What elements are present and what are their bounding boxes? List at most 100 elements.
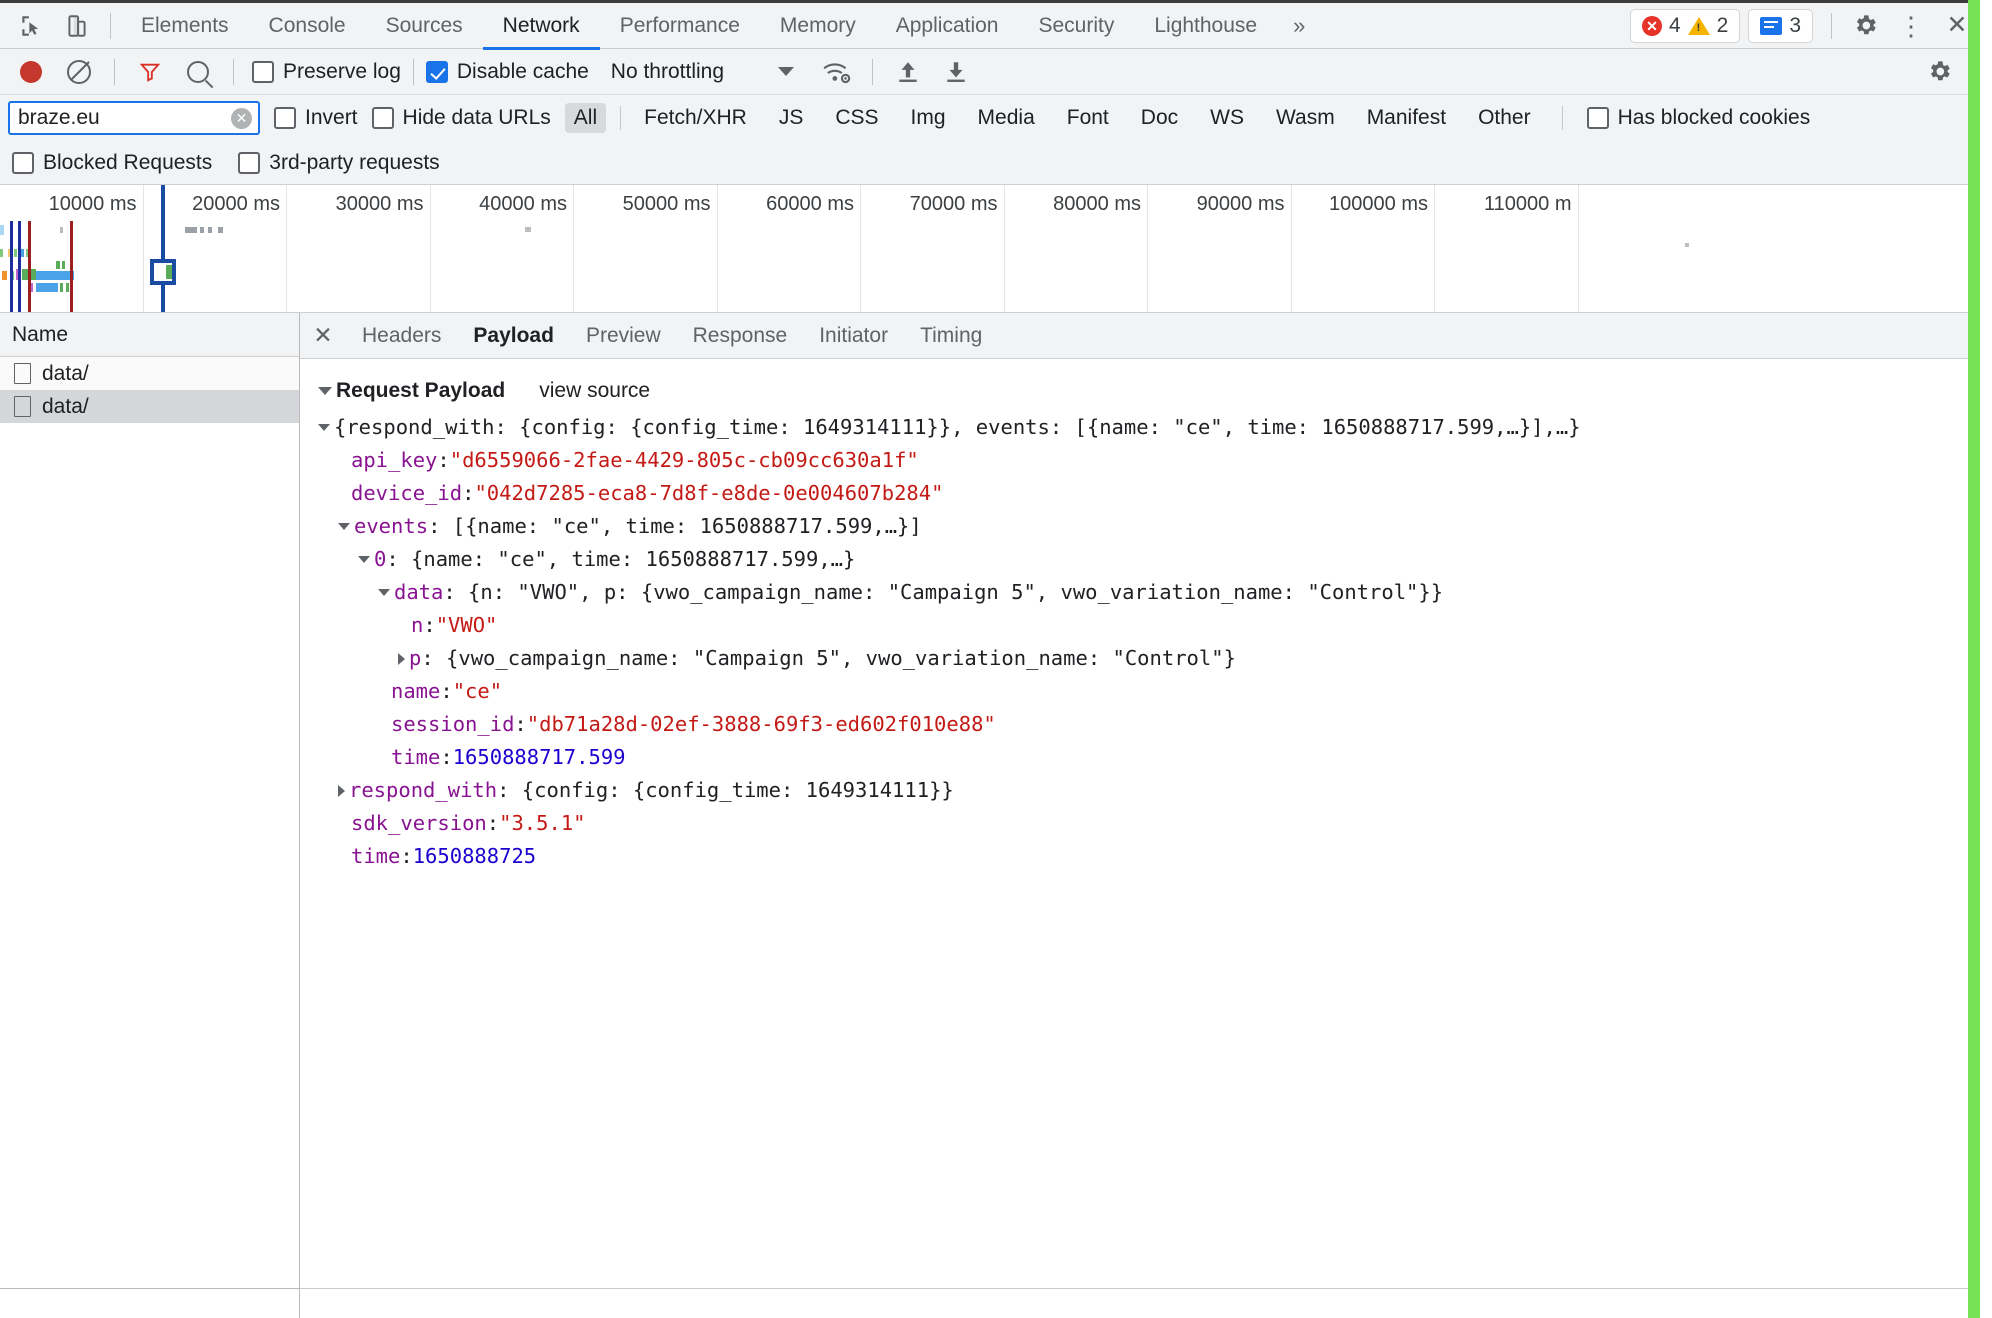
invert-box[interactable] (274, 107, 296, 129)
settings-gear-icon[interactable] (1842, 6, 1888, 46)
inspect-element-icon[interactable] (8, 6, 54, 46)
payload-line[interactable]: api_key: "d6559066-2fae-4429-805c-cb09cc… (300, 444, 1980, 477)
issue-counts[interactable]: ✕ 4 ! 2 (1630, 9, 1740, 43)
preserve-log-box[interactable] (252, 61, 274, 83)
clear-button[interactable] (56, 52, 102, 92)
payload-line[interactable]: 0: {name: "ce", time: 1650888717.599,…} (300, 543, 1980, 576)
payload-line[interactable]: name: "ce" (300, 675, 1980, 708)
chevron-down-icon[interactable] (378, 589, 390, 596)
chevron-down-icon[interactable] (318, 424, 330, 431)
payload-text: : (400, 840, 412, 873)
has-blocked-cookies-box[interactable] (1587, 107, 1609, 129)
tab-response[interactable]: Response (677, 313, 804, 358)
payload-key: api_key (351, 444, 437, 477)
tab-application[interactable]: Application (876, 1, 1019, 50)
kebab-glyph: ⋮ (1898, 13, 1924, 39)
overview-selection-marker[interactable] (161, 185, 165, 313)
payload-line[interactable]: respond_with: {config: {config_time: 164… (300, 774, 1980, 807)
tab-console-label: Console (269, 14, 346, 38)
throttling-chevron-down-icon[interactable] (778, 67, 794, 76)
blocked-requests-checkbox[interactable]: Blocked Requests (12, 151, 212, 175)
chevron-right-icon[interactable] (338, 785, 345, 797)
table-row[interactable]: data/ (0, 357, 299, 390)
view-source-link[interactable]: view source (539, 379, 650, 403)
resource-type-css[interactable]: CSS (826, 103, 887, 133)
filter-toggle-button[interactable] (127, 52, 173, 92)
network-conditions-button[interactable] (814, 52, 860, 92)
more-tabs-button[interactable]: » (1277, 13, 1319, 39)
tab-network-label: Network (503, 14, 580, 38)
tab-console[interactable]: Console (249, 1, 366, 50)
resource-type-js[interactable]: JS (770, 103, 813, 133)
table-row[interactable]: data/ (0, 390, 299, 423)
tab-sources[interactable]: Sources (366, 1, 483, 50)
filter-input[interactable] (8, 101, 260, 135)
payload-line[interactable]: time: 1650888717.599 (300, 741, 1980, 774)
payload-key: device_id (351, 477, 462, 510)
resource-type-img[interactable]: Img (902, 103, 955, 133)
disable-cache-checkbox[interactable]: Disable cache (426, 60, 589, 84)
main-menu-kebab-icon[interactable]: ⋮ (1888, 6, 1934, 46)
payload-line[interactable]: p: {vwo_campaign_name: "Campaign 5", vwo… (300, 642, 1980, 675)
tab-preview[interactable]: Preview (570, 313, 677, 358)
error-icon: ✕ (1642, 16, 1662, 36)
payload-line[interactable]: sdk_version: "3.5.1" (300, 807, 1980, 840)
third-party-requests-checkbox[interactable]: 3rd-party requests (238, 151, 439, 175)
tab-initiator[interactable]: Initiator (803, 313, 904, 358)
clear-filter-icon[interactable]: ✕ (231, 108, 252, 129)
chevron-right-icon[interactable] (398, 653, 405, 665)
document-icon (14, 363, 31, 384)
payload-line[interactable]: n: "VWO" (300, 609, 1980, 642)
throttling-select[interactable]: No throttling (605, 60, 730, 84)
resource-type-fetch-xhr[interactable]: Fetch/XHR (635, 103, 756, 133)
payload-line[interactable]: data: {n: "VWO", p: {vwo_campaign_name: … (300, 576, 1980, 609)
tab-network[interactable]: Network (483, 1, 600, 50)
record-button[interactable] (8, 52, 54, 92)
payload-line[interactable]: events: [{name: "ce", time: 1650888717.5… (300, 510, 1980, 543)
resource-type-other[interactable]: Other (1469, 103, 1540, 133)
resource-type-wasm[interactable]: Wasm (1267, 103, 1344, 133)
has-blocked-cookies-checkbox[interactable]: Has blocked cookies (1587, 106, 1811, 130)
tab-elements[interactable]: Elements (121, 1, 249, 50)
close-detail-icon[interactable]: ✕ (300, 313, 346, 358)
resource-type-all[interactable]: All (565, 103, 606, 133)
chevron-down-icon[interactable] (358, 556, 370, 563)
tab-headers[interactable]: Headers (346, 313, 457, 358)
import-har-icon[interactable] (885, 52, 931, 92)
net-divider-1 (114, 59, 115, 85)
tab-security[interactable]: Security (1018, 1, 1134, 50)
resource-type-manifest[interactable]: Manifest (1358, 103, 1455, 133)
network-overview-timeline[interactable]: 10000 ms20000 ms30000 ms40000 ms50000 ms… (0, 185, 1980, 313)
payload-line[interactable]: {respond_with: {config: {config_time: 16… (300, 411, 1980, 444)
tab-lighthouse[interactable]: Lighthouse (1134, 1, 1277, 50)
invert-checkbox[interactable]: Invert (274, 106, 358, 130)
blocked-requests-box[interactable] (12, 152, 34, 174)
resource-type-ws[interactable]: WS (1201, 103, 1253, 133)
tab-timing[interactable]: Timing (904, 313, 998, 358)
preserve-log-checkbox[interactable]: Preserve log (252, 60, 401, 84)
disable-cache-box[interactable] (426, 61, 448, 83)
payload-line[interactable]: session_id: "db71a28d-02ef-3888-69f3-ed6… (300, 708, 1980, 741)
request-list-header[interactable]: Name (0, 313, 299, 357)
issues-messages[interactable]: 3 (1748, 9, 1813, 43)
error-count: 4 (1669, 14, 1681, 38)
tab-payload[interactable]: Payload (457, 313, 570, 358)
overview-selection-handle[interactable] (150, 259, 176, 285)
tab-lighthouse-label: Lighthouse (1154, 14, 1257, 38)
third-party-box[interactable] (238, 152, 260, 174)
chevron-down-icon[interactable] (338, 523, 350, 530)
device-toolbar-icon[interactable] (54, 6, 100, 46)
tab-performance[interactable]: Performance (600, 1, 760, 50)
chevron-down-icon[interactable] (318, 387, 332, 395)
resource-type-doc[interactable]: Doc (1132, 103, 1187, 133)
payload-line[interactable]: time: 1650888725 (300, 840, 1980, 873)
hide-data-urls-box[interactable] (372, 107, 394, 129)
resource-type-font[interactable]: Font (1058, 103, 1118, 133)
export-har-icon[interactable] (933, 52, 979, 92)
resource-type-media[interactable]: Media (969, 103, 1044, 133)
hide-data-urls-checkbox[interactable]: Hide data URLs (372, 106, 551, 130)
network-settings-gear-icon[interactable] (1916, 52, 1962, 92)
payload-line[interactable]: device_id: "042d7285-eca8-7d8f-e8de-0e00… (300, 477, 1980, 510)
tab-memory[interactable]: Memory (760, 1, 876, 50)
search-button[interactable] (175, 52, 221, 92)
